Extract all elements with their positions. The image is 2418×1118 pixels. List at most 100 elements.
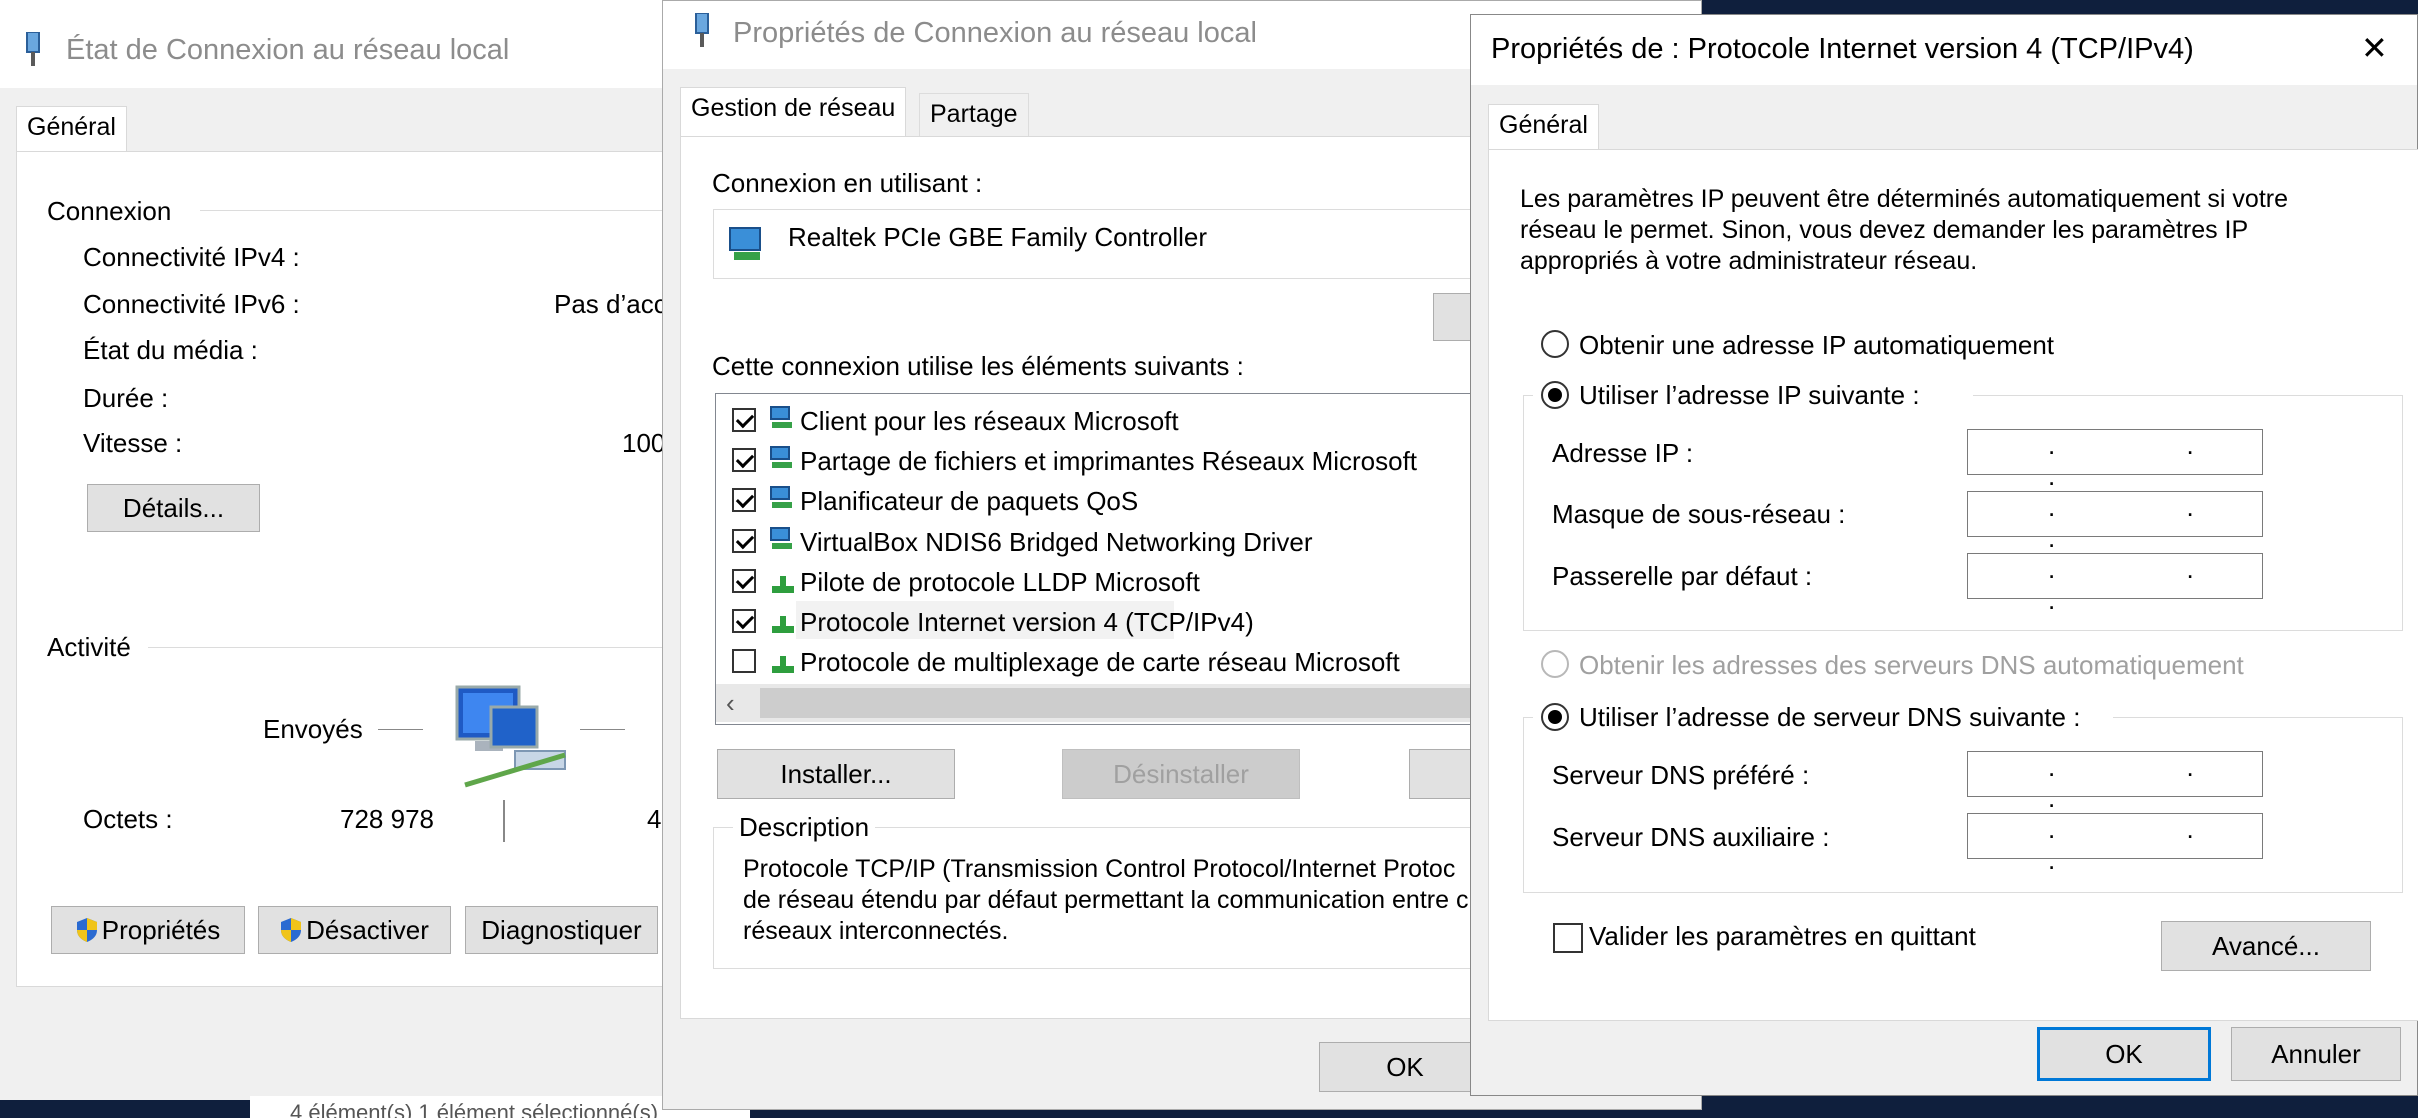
network-computers-icon xyxy=(455,685,566,788)
protocol-icon xyxy=(772,651,794,673)
item-checkbox[interactable] xyxy=(732,649,756,673)
tab-general[interactable]: Général xyxy=(1488,104,1599,150)
properties-button[interactable]: Propriétés xyxy=(51,906,245,954)
status-window-title: État de Connexion au réseau local xyxy=(66,34,510,66)
status-window: État de Connexion au réseau local Généra… xyxy=(0,0,680,1100)
diagnose-button[interactable]: Diagnostiquer xyxy=(465,906,658,954)
received-line xyxy=(580,729,625,730)
ip-address-field[interactable]: . . . xyxy=(1967,429,2263,491)
ip-address-dots: . . . xyxy=(2048,430,2256,491)
connexion-divider xyxy=(200,210,680,211)
network-service-icon xyxy=(768,527,794,551)
bytes-received-value: 4 xyxy=(647,804,662,834)
uninstall-button[interactable]: Désinstaller xyxy=(1062,749,1300,799)
uac-shield-icon xyxy=(281,918,302,942)
protocol-icon xyxy=(772,611,794,633)
auto-ip-radio[interactable] xyxy=(1541,330,1569,358)
item-checkbox[interactable] xyxy=(732,569,756,593)
item-label: Pilote de protocole LLDP Microsoft xyxy=(800,567,1200,597)
validate-label[interactable]: Valider les paramètres en quittant xyxy=(1589,921,1976,952)
network-service-icon xyxy=(768,486,794,510)
explorer-status-text: 4 élément(s) 1 élément sélectionné(s) xyxy=(290,1100,659,1118)
subnet-mask-dots: . . . xyxy=(2048,492,2256,553)
auto-ip-label[interactable]: Obtenir une adresse IP automatiquement xyxy=(1579,330,2054,361)
manual-dns-radio[interactable] xyxy=(1541,703,1569,731)
ipv4-window-title: Propriétés de : Protocole Internet versi… xyxy=(1491,33,2194,65)
item-checkbox[interactable] xyxy=(732,408,756,432)
intro-line-1: Les paramètres IP peuvent être déterminé… xyxy=(1520,185,2289,213)
manual-ip-radio[interactable] xyxy=(1541,381,1569,409)
details-button[interactable]: Détails... xyxy=(87,484,260,532)
item-label: Client pour les réseaux Microsoft xyxy=(800,406,1179,436)
alternate-dns-field[interactable]: . . . xyxy=(1967,813,2263,875)
speed-value: 100 xyxy=(622,428,666,458)
network-cable-icon xyxy=(26,32,40,66)
alternate-dns-label: Serveur DNS auxiliaire : xyxy=(1552,822,1830,852)
components-label: Cette connexion utilise les éléments sui… xyxy=(712,351,1244,381)
item-label: VirtualBox NDIS6 Bridged Networking Driv… xyxy=(800,527,1313,557)
duration-label: Durée : xyxy=(83,383,169,413)
item-checkbox[interactable] xyxy=(732,448,756,472)
validate-checkbox[interactable] xyxy=(1553,923,1583,953)
status-general-panel xyxy=(16,151,680,987)
ip-address-label: Adresse IP : xyxy=(1552,438,1694,468)
item-label: Protocole Internet version 4 (TCP/IPv4) xyxy=(800,607,1254,637)
network-client-icon xyxy=(768,406,794,430)
gateway-label: Passerelle par défaut : xyxy=(1552,561,1813,591)
activity-divider xyxy=(148,647,680,648)
auto-dns-label[interactable]: Obtenir les adresses des serveurs DNS au… xyxy=(1579,650,2244,681)
install-button[interactable]: Installer... xyxy=(717,749,955,799)
preferred-dns-dots: . . . xyxy=(2048,752,2256,813)
bytes-separator xyxy=(503,800,505,842)
ipv4-ok-button[interactable]: OK xyxy=(2037,1027,2211,1081)
bytes-label: Octets : xyxy=(83,804,173,834)
preferred-dns-field[interactable]: . . . xyxy=(1967,751,2263,813)
advanced-button[interactable]: Avancé... xyxy=(2161,921,2371,971)
ipv4-properties-window: Propriétés de : Protocole Internet versi… xyxy=(1470,14,2418,1096)
close-icon[interactable]: ✕ xyxy=(2361,29,2388,67)
manual-ip-label[interactable]: Utiliser l’adresse IP suivante : xyxy=(1579,380,1920,411)
connect-using-label: Connexion en utilisant : xyxy=(712,168,983,198)
uac-shield-icon xyxy=(76,918,97,942)
network-service-icon xyxy=(768,446,794,470)
item-checkbox[interactable] xyxy=(732,488,756,512)
description-line-1: Protocole TCP/IP (Transmission Control P… xyxy=(743,855,1456,883)
tab-sharing[interactable]: Partage xyxy=(919,93,1029,137)
auto-dns-radio[interactable] xyxy=(1541,650,1569,678)
item-checkbox[interactable] xyxy=(732,609,756,633)
ipv4-connectivity-label: Connectivité IPv4 : xyxy=(83,242,300,272)
props-window-title: Propriétés de Connexion au réseau local xyxy=(733,17,1257,49)
manual-dns-label[interactable]: Utiliser l’adresse de serveur DNS suivan… xyxy=(1579,702,2080,733)
media-state-label: État du média : xyxy=(83,335,258,365)
alternate-dns-dots: . . . xyxy=(2048,814,2256,875)
sent-line xyxy=(378,729,423,730)
description-line-2: de réseau étendu par défaut permettant l… xyxy=(743,886,1469,914)
item-label: Protocole de multiplexage de carte résea… xyxy=(800,647,1400,677)
tab-networking[interactable]: Gestion de réseau xyxy=(680,87,907,137)
properties-button-label: Propriétés xyxy=(101,914,221,945)
description-line-3: réseaux interconnectés. xyxy=(743,917,1009,945)
ipv6-connectivity-value: Pas d’acc xyxy=(554,289,667,319)
gateway-field[interactable]: . . . xyxy=(1967,553,2263,615)
gateway-dots: . . . xyxy=(2048,554,2256,615)
sent-label: Envoyés xyxy=(263,714,363,744)
scroll-left-arrow-icon[interactable]: ‹ xyxy=(726,688,735,719)
disable-button-label: Désactiver xyxy=(306,914,429,945)
item-label: Partage de fichiers et imprimantes Résea… xyxy=(800,446,1418,476)
description-label: Description xyxy=(733,812,876,843)
intro-line-2: réseau le permet. Sinon, vous devez dema… xyxy=(1520,216,2249,244)
connexion-section-label: Connexion xyxy=(47,196,172,226)
intro-line-3: appropriés à votre administrateur réseau… xyxy=(1520,247,1978,275)
props-ok-button[interactable]: OK xyxy=(1319,1042,1491,1092)
ipv4-cancel-button[interactable]: Annuler xyxy=(2231,1027,2401,1081)
ipv6-connectivity-label: Connectivité IPv6 : xyxy=(83,289,300,319)
protocol-icon xyxy=(772,571,794,593)
preferred-dns-label: Serveur DNS préféré : xyxy=(1552,760,1810,790)
activity-section-label: Activité xyxy=(47,632,131,662)
tab-general[interactable]: Général xyxy=(16,106,127,152)
subnet-mask-field[interactable]: . . . xyxy=(1967,491,2263,553)
item-checkbox[interactable] xyxy=(732,529,756,553)
network-adapter-icon xyxy=(729,227,761,260)
disable-button[interactable]: Désactiver xyxy=(258,906,451,954)
subnet-mask-label: Masque de sous-réseau : xyxy=(1552,499,1846,529)
